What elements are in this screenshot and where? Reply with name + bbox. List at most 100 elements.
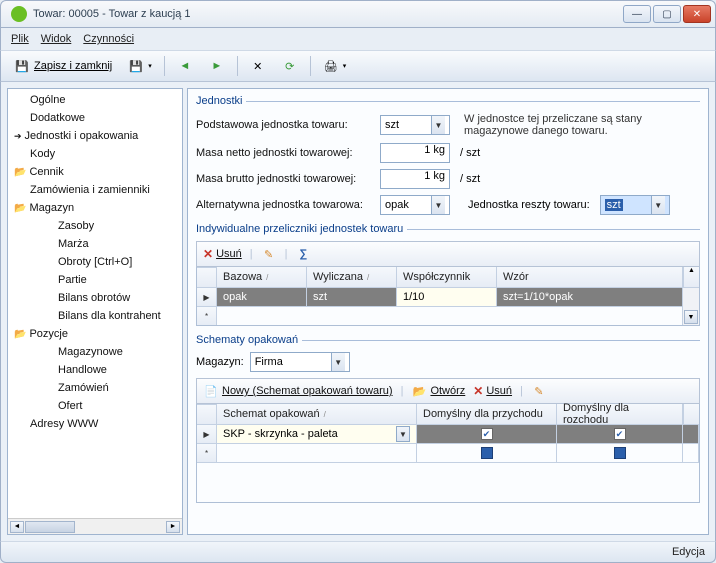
nav-tree[interactable]: OgólneDodatkoweJednostki i opakowaniaKod… (8, 89, 182, 518)
menubar: Plik Widok Czynności (0, 28, 716, 50)
tree-item[interactable]: Bilans obrotów (8, 289, 182, 307)
gross-mass-label: Masa brutto jednostki towarowej: (196, 173, 376, 185)
scroll-left-button[interactable]: ◄ (10, 521, 24, 533)
packaging-section: Schematy opakowań Magazyn: Firma▼ 📄Nowy … (196, 334, 700, 503)
alt-unit-combo[interactable]: opak▼ (380, 195, 450, 215)
back-button[interactable]: ◄ (170, 54, 200, 78)
converters-toolbar: ✕Usuń | ✎ | ∑ (196, 241, 700, 267)
base-unit-combo[interactable]: szt▼ (380, 115, 450, 135)
pack-delete-button[interactable]: ✕Usuń (473, 384, 512, 398)
converters-new-row[interactable] (197, 306, 683, 325)
tree-item[interactable]: Kody (8, 145, 182, 163)
statusbar: Edycja (0, 541, 716, 563)
edit-icon: ✎ (261, 246, 277, 262)
def-out-checkbox[interactable] (614, 428, 626, 440)
conv-sum-button[interactable]: ∑ (295, 246, 311, 262)
converters-section: Indywidualne przeliczniki jednostek towa… (196, 223, 700, 326)
tree-item[interactable]: Ofert (8, 397, 182, 415)
tree-item[interactable]: Obroty [Ctrl+O] (8, 253, 182, 271)
toolbar: 💾 Zapisz i zamknij 💾▾ ◄ ► ✕ ⟳ 🖨▾ (0, 50, 716, 82)
packaging-row[interactable]: SKP - skrzynka - paleta▼ (197, 424, 699, 443)
disk-icon: 💾 (128, 58, 144, 74)
sidebar-hscroll[interactable]: ◄ ► (8, 518, 182, 534)
sidebar: OgólneDodatkoweJednostki i opakowaniaKod… (7, 88, 183, 535)
tree-item[interactable]: Magazynowe (8, 343, 182, 361)
delete-icon: ✕ (203, 247, 213, 261)
chevron-down-icon: ▼ (651, 196, 665, 214)
net-mass-label: Masa netto jednostki towarowej: (196, 147, 376, 159)
net-mass-suffix: / szt (460, 147, 480, 159)
status-text: Edycja (672, 546, 705, 558)
maximize-button[interactable]: ▢ (653, 5, 681, 23)
tools-icon: ✕ (250, 58, 266, 74)
save-close-label: Zapisz i zamknij (34, 60, 112, 72)
conv-vscroll[interactable]: ▼ (683, 287, 699, 325)
sigma-icon: ∑ (295, 246, 311, 262)
delete-icon: ✕ (473, 384, 483, 398)
warehouse-label: Magazyn: (196, 356, 244, 368)
packaging-toolbar: 📄Nowy (Schemat opakowań towaru) | 📂Otwór… (196, 378, 700, 404)
gross-mass-suffix: / szt (460, 173, 480, 185)
back-icon: ◄ (177, 58, 193, 74)
tree-item[interactable]: Handlowe (8, 361, 182, 379)
tree-item[interactable]: Magazyn (8, 199, 182, 217)
conv-edit-button[interactable]: ✎ (261, 246, 277, 262)
tree-item[interactable]: Pozycje (8, 325, 182, 343)
rest-unit-label: Jednostka reszty towaru: (468, 199, 590, 211)
minimize-button[interactable]: — (623, 5, 651, 23)
tree-item[interactable]: Bilans dla kontrahent (8, 307, 182, 325)
def-in-checkbox[interactable] (481, 428, 493, 440)
base-unit-label: Podstawowa jednostka towaru: (196, 119, 376, 131)
tree-item[interactable]: Ogólne (8, 91, 182, 109)
content-panel: Jednostki Podstawowa jednostka towaru: s… (187, 88, 709, 535)
refresh-button[interactable]: ⟳ (275, 54, 305, 78)
tree-item[interactable]: Marża (8, 235, 182, 253)
warehouse-combo[interactable]: Firma▼ (250, 352, 350, 372)
tree-item[interactable]: Zamówień (8, 379, 182, 397)
converters-row[interactable]: opak szt 1/10 szt=1/10*opak (197, 287, 683, 306)
scroll-right-button[interactable]: ► (166, 521, 180, 533)
menu-czynnosci[interactable]: Czynności (83, 33, 134, 45)
edit-icon: ✎ (531, 383, 547, 399)
pack-edit-button[interactable]: ✎ (531, 383, 547, 399)
def-in-checkbox-new[interactable] (481, 447, 493, 459)
packaging-grid[interactable]: Schemat opakowań/ Domyślny dla przychodu… (196, 404, 700, 503)
close-button[interactable]: ✕ (683, 5, 711, 23)
gross-mass-input[interactable]: 1 kg (380, 169, 450, 189)
def-out-checkbox-new[interactable] (614, 447, 626, 459)
print-icon: 🖨 (323, 58, 339, 74)
save-button[interactable]: 💾▾ (121, 54, 159, 78)
chevron-down-icon: ▼ (431, 196, 445, 214)
save-close-button[interactable]: 💾 Zapisz i zamknij (7, 54, 119, 78)
open-icon: 📂 (411, 383, 427, 399)
tree-item[interactable]: Dodatkowe (8, 109, 182, 127)
tools-button[interactable]: ✕ (243, 54, 273, 78)
alt-unit-label: Alternatywna jednostka towarowa: (196, 199, 376, 211)
app-icon (11, 6, 27, 22)
tree-item[interactable]: Zasoby (8, 217, 182, 235)
units-section: Jednostki Podstawowa jednostka towaru: s… (196, 95, 700, 215)
chevron-down-icon: ▼ (431, 116, 445, 134)
tree-item[interactable]: Adresy WWW (8, 415, 182, 433)
tree-item[interactable]: Cennik (8, 163, 182, 181)
scroll-thumb[interactable] (25, 521, 75, 533)
chevron-down-icon[interactable]: ▼ (396, 426, 410, 442)
packaging-new-row[interactable] (197, 443, 699, 462)
window-title: Towar: 00005 - Towar z kaucją 1 (33, 8, 621, 20)
rest-unit-combo[interactable]: szt▼ (600, 195, 670, 215)
converters-grid[interactable]: Bazowa/ Wyliczana/ Współczynnik Wzór ▲ o… (196, 267, 700, 326)
converters-title: Indywidualne przeliczniki jednostek towa… (196, 223, 700, 235)
net-mass-input[interactable]: 1 kg (380, 143, 450, 163)
forward-button[interactable]: ► (202, 54, 232, 78)
pack-open-button[interactable]: 📂Otwórz (411, 383, 465, 399)
print-button[interactable]: 🖨▾ (316, 54, 354, 78)
tree-item[interactable]: Zamówienia i zamienniki (8, 181, 182, 199)
menu-plik[interactable]: Plik (11, 33, 29, 45)
conv-delete-button[interactable]: ✕Usuń (203, 247, 242, 261)
chevron-down-icon: ▼ (331, 353, 345, 371)
tree-item[interactable]: Jednostki i opakowania (8, 127, 182, 145)
pack-new-button[interactable]: 📄Nowy (Schemat opakowań towaru) (203, 383, 393, 399)
base-unit-hint: W jednostce tej przeliczane są stany mag… (464, 113, 700, 137)
tree-item[interactable]: Partie (8, 271, 182, 289)
menu-widok[interactable]: Widok (41, 33, 72, 45)
